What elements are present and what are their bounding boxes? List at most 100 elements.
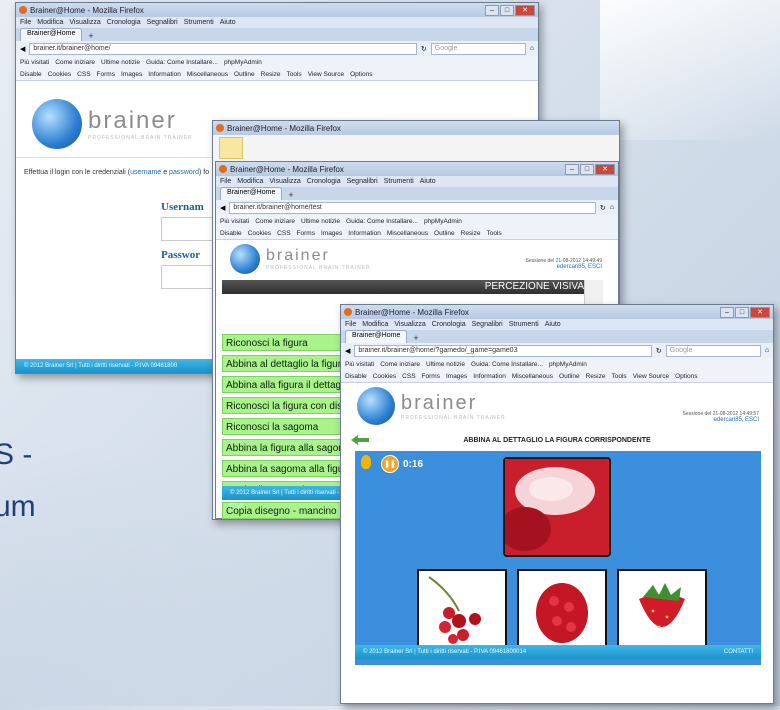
minimize-button[interactable]: –	[720, 307, 734, 318]
back-arrow-icon[interactable]: ◀	[345, 347, 350, 355]
menu-segnalibri[interactable]: Segnalibri	[472, 321, 503, 328]
devtool-item[interactable]: Images	[121, 71, 142, 78]
tab-brainer-home[interactable]: Brainer@Home	[20, 28, 83, 41]
menu-cronologia[interactable]: Cronologia	[307, 178, 341, 185]
url-field[interactable]: brainer.it/brainer@home/	[29, 42, 417, 55]
menu-cronologia[interactable]: Cronologia	[107, 19, 141, 26]
devtool-item[interactable]: Outline	[234, 71, 255, 78]
devtool-item[interactable]: Outline	[434, 230, 455, 237]
bookmark-item[interactable]: Guida: Come Installare...	[146, 59, 218, 66]
menu-file[interactable]: File	[345, 321, 356, 328]
option-card-redcurrant[interactable]	[417, 569, 507, 653]
menu-strumenti[interactable]: Strumenti	[384, 178, 414, 185]
menu-cronologia[interactable]: Cronologia	[432, 321, 466, 328]
devtool-item[interactable]: Miscellaneous	[187, 71, 228, 78]
new-tab-button[interactable]: +	[288, 190, 293, 200]
devtool-item[interactable]: Disable	[220, 230, 242, 237]
menu-aiuto[interactable]: Aiuto	[220, 19, 236, 26]
reload-icon[interactable]: ↻	[656, 347, 662, 355]
hint-bulb-icon[interactable]	[361, 455, 371, 469]
url-field[interactable]: brainer.it/brainer@home/?gamedo/_game=ga…	[354, 344, 652, 357]
devtool-item[interactable]: Information	[148, 71, 181, 78]
new-tab-button[interactable]: +	[88, 31, 93, 41]
home-icon[interactable]: ⌂	[530, 45, 534, 52]
bookmark-item[interactable]: Più visitati	[220, 218, 249, 225]
new-tab-button[interactable]: +	[413, 333, 418, 343]
search-field[interactable]: Google	[430, 42, 526, 55]
maximize-button[interactable]: □	[735, 307, 749, 318]
menu-segnalibri[interactable]: Segnalibri	[347, 178, 378, 185]
devtool-item[interactable]: Disable	[20, 71, 42, 78]
devtool-item[interactable]: Images	[446, 373, 467, 380]
minimize-button[interactable]: –	[485, 5, 499, 16]
devtool-item[interactable]: Outline	[559, 373, 580, 380]
devtool-item[interactable]: Information	[348, 230, 381, 237]
devtool-item[interactable]: Miscellaneous	[387, 230, 428, 237]
minimize-button[interactable]: –	[565, 164, 579, 175]
tab-brainer-home[interactable]: Brainer@Home	[220, 187, 283, 200]
menu-strumenti[interactable]: Strumenti	[509, 321, 539, 328]
devtool-item[interactable]: Resize	[586, 373, 606, 380]
back-arrow-icon[interactable]: ◀	[20, 45, 25, 53]
devtool-item[interactable]: Options	[350, 71, 372, 78]
devtool-item[interactable]: Tools	[287, 71, 302, 78]
back-arrow-icon[interactable]: ◀	[220, 204, 225, 212]
bookmark-item[interactable]: phpMyAdmin	[549, 361, 587, 368]
url-field[interactable]: brainer.it/brainer@home/test	[229, 201, 596, 214]
devtool-item[interactable]: Cookies	[248, 230, 271, 237]
devtool-item[interactable]: Disable	[345, 373, 367, 380]
bookmark-item[interactable]: Più visitati	[345, 361, 374, 368]
bookmark-item[interactable]: Più visitati	[20, 59, 49, 66]
devtool-item[interactable]: Forms	[297, 230, 315, 237]
devtool-item[interactable]: Cookies	[48, 71, 71, 78]
devtool-item[interactable]: Resize	[261, 71, 281, 78]
devtool-item[interactable]: Tools	[487, 230, 502, 237]
maximize-button[interactable]: □	[580, 164, 594, 175]
close-button[interactable]: ✕	[515, 5, 535, 16]
footer-contatti-link[interactable]: CONTATTI	[724, 645, 753, 659]
tab-brainer-home[interactable]: Brainer@Home	[345, 330, 408, 343]
devtool-item[interactable]: Forms	[422, 373, 440, 380]
devtool-item[interactable]: Options	[675, 373, 697, 380]
bookmark-item[interactable]: Come iniziare	[380, 361, 420, 368]
devtool-item[interactable]: CSS	[277, 230, 290, 237]
option-card-strawberry[interactable]	[617, 569, 707, 653]
menu-segnalibri[interactable]: Segnalibri	[147, 19, 178, 26]
devtool-item[interactable]: CSS	[77, 71, 90, 78]
bookmark-item[interactable]: Guida: Come Installare...	[346, 218, 418, 225]
menu-modifica[interactable]: Modifica	[37, 19, 63, 26]
devtool-item[interactable]: View Source	[308, 71, 344, 78]
bookmark-item[interactable]: Come iniziare	[55, 59, 95, 66]
bookmark-item[interactable]: Come iniziare	[255, 218, 295, 225]
bookmark-item[interactable]: Ultime notizie	[426, 361, 465, 368]
logout-link[interactable]: ESCI	[745, 417, 759, 423]
menu-visualizza[interactable]: Visualizza	[69, 19, 100, 26]
menu-modifica[interactable]: Modifica	[362, 321, 388, 328]
menu-visualizza[interactable]: Visualizza	[394, 321, 425, 328]
menu-modifica[interactable]: Modifica	[237, 178, 263, 185]
devtool-item[interactable]: Forms	[97, 71, 115, 78]
menu-strumenti[interactable]: Strumenti	[184, 19, 214, 26]
logout-link[interactable]: ESCI	[588, 264, 602, 270]
home-icon[interactable]: ⌂	[765, 347, 769, 354]
close-button[interactable]: ✕	[595, 164, 615, 175]
menu-aiuto[interactable]: Aiuto	[545, 321, 561, 328]
devtool-item[interactable]: Information	[473, 373, 506, 380]
close-button[interactable]: ✕	[750, 307, 770, 318]
devtool-item[interactable]: CSS	[402, 373, 415, 380]
option-card-raspberry[interactable]	[517, 569, 607, 653]
reload-icon[interactable]: ↻	[421, 45, 427, 53]
devtool-item[interactable]: Cookies	[373, 373, 396, 380]
bookmark-item[interactable]: phpMyAdmin	[424, 218, 462, 225]
devtool-item[interactable]: Miscellaneous	[512, 373, 553, 380]
devtool-item[interactable]: Images	[321, 230, 342, 237]
menu-file[interactable]: File	[20, 19, 31, 26]
bookmark-item[interactable]: Ultime notizie	[301, 218, 340, 225]
devtool-item[interactable]: Resize	[461, 230, 481, 237]
reload-icon[interactable]: ↻	[600, 204, 606, 212]
bookmark-item[interactable]: phpMyAdmin	[224, 59, 262, 66]
pause-icon[interactable]: ❚❚	[381, 455, 399, 473]
search-field[interactable]: Google	[665, 344, 761, 357]
devtool-item[interactable]: View Source	[633, 373, 669, 380]
menu-file[interactable]: File	[220, 178, 231, 185]
